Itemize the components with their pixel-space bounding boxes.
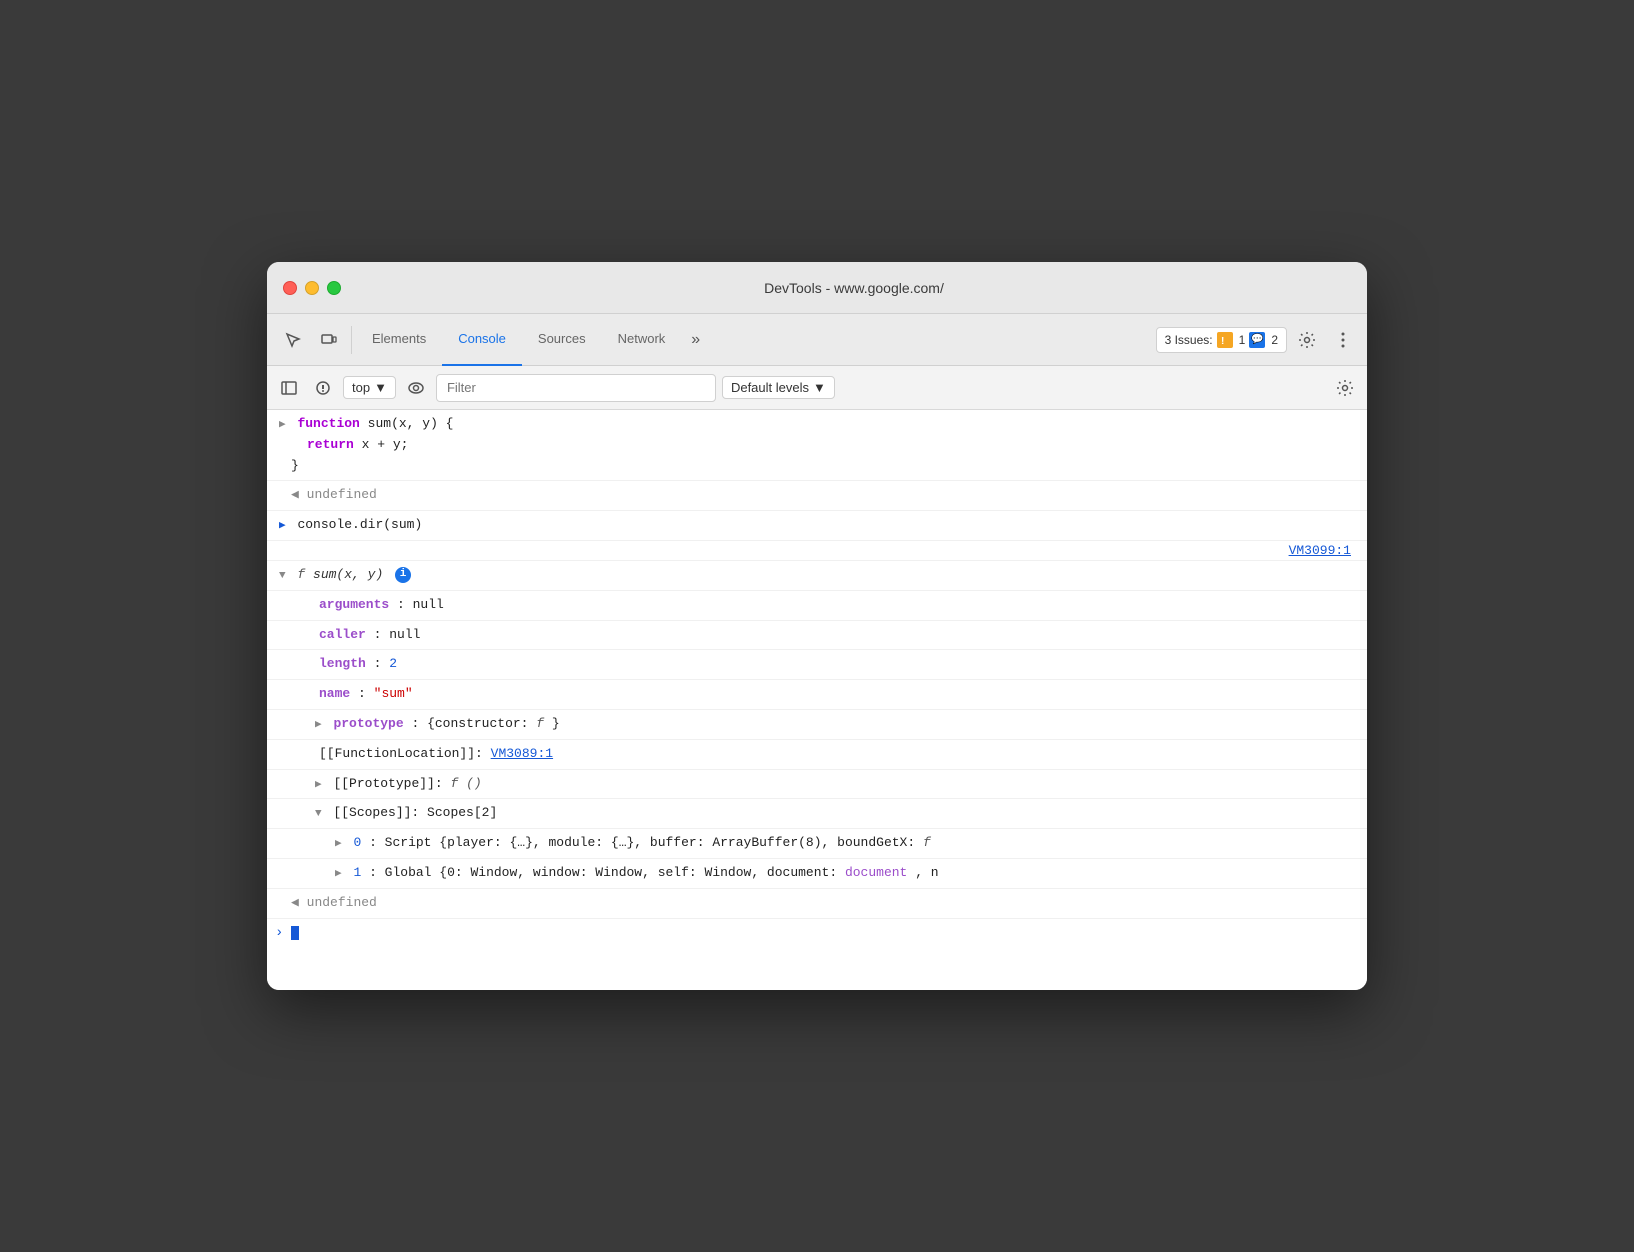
scope-1: ▶ 1 : Global {0: Window, window: Window,… <box>267 859 1367 889</box>
maximize-button[interactable] <box>327 281 341 295</box>
device-toolbar-button[interactable] <box>311 322 347 358</box>
vm-ref-line: VM3099:1 <box>267 541 1367 561</box>
console-toolbar: top ▼ Default levels ▼ <box>267 366 1367 410</box>
prop-prototype: ▶ prototype : {constructor: f } <box>267 710 1367 740</box>
warn-count: 1 <box>1239 333 1246 347</box>
levels-label: Default levels <box>731 380 809 395</box>
console-entry-function: ▶ function sum(x, y) { return x + y; } <box>267 410 1367 481</box>
console-result-2: ◀ undefined <box>267 889 1367 919</box>
context-label: top <box>352 380 370 395</box>
undefined-2: undefined <box>307 895 377 910</box>
console-result-1: ◀ undefined <box>267 481 1367 511</box>
log-levels-selector[interactable]: Default levels ▼ <box>722 376 835 399</box>
collapse-arrow[interactable]: ▼ <box>279 570 286 582</box>
left-arrow-1: ◀ <box>291 487 307 502</box>
expand-arrow-dir[interactable]: ▶ <box>279 520 286 532</box>
context-arrow: ▼ <box>374 380 387 395</box>
title-bar: DevTools - www.google.com/ <box>267 262 1367 314</box>
prototype-arrow[interactable]: ▶ <box>315 719 322 731</box>
tab-elements[interactable]: Elements <box>356 314 442 366</box>
prop-proto: ▶ [[Prototype]]: f () <box>267 770 1367 800</box>
prop-length: length : 2 <box>267 650 1367 680</box>
tab-network[interactable]: Network <box>602 314 682 366</box>
tab-sources[interactable]: Sources <box>522 314 602 366</box>
scope1-arrow[interactable]: ▶ <box>335 868 342 880</box>
info-count: 2 <box>1271 333 1278 347</box>
undefined-1: undefined <box>307 487 377 502</box>
prop-caller: caller : null <box>267 621 1367 651</box>
proto-arrow[interactable]: ▶ <box>315 779 322 791</box>
console-settings-button[interactable] <box>1331 374 1359 402</box>
issues-badge[interactable]: 3 Issues: ! 1 💬 2 <box>1156 327 1287 353</box>
svg-text:!: ! <box>1221 336 1224 346</box>
traffic-lights <box>283 281 341 295</box>
more-options-button[interactable] <box>1327 324 1359 356</box>
tab-console[interactable]: Console <box>442 314 522 366</box>
tab-actions: 3 Issues: ! 1 💬 2 <box>1156 324 1359 356</box>
prop-name: name : "sum" <box>267 680 1367 710</box>
settings-button[interactable] <box>1291 324 1323 356</box>
issues-label: 3 Issues: <box>1165 333 1213 347</box>
left-arrow-2: ◀ <box>291 895 307 910</box>
inspect-element-button[interactable] <box>275 322 311 358</box>
info-icon[interactable]: i <box>395 567 411 583</box>
scopes-arrow[interactable]: ▼ <box>315 808 322 820</box>
more-tabs-button[interactable]: » <box>681 323 710 357</box>
expand-arrow[interactable]: ▶ <box>279 419 286 431</box>
minimize-button[interactable] <box>305 281 319 295</box>
prompt-cursor <box>291 926 299 940</box>
console-prompt[interactable]: › <box>267 919 1367 947</box>
window-title: DevTools - www.google.com/ <box>357 280 1351 296</box>
levels-arrow: ▼ <box>813 380 826 395</box>
scope-0: ▶ 0 : Script {player: {…}, module: {…}, … <box>267 829 1367 859</box>
tabs-bar: Elements Console Sources Network » 3 Iss… <box>267 314 1367 366</box>
vm-link[interactable]: VM3099:1 <box>1289 543 1351 558</box>
console-entry-dir: ▶ console.dir(sum) <box>267 511 1367 541</box>
warn-icon: ! <box>1217 332 1233 348</box>
tab-separator <box>351 326 352 354</box>
context-selector[interactable]: top ▼ <box>343 376 396 399</box>
eye-button[interactable] <box>402 374 430 402</box>
prop-scopes: ▼ [[Scopes]]: Scopes[2] <box>267 799 1367 829</box>
scope0-arrow[interactable]: ▶ <box>335 838 342 850</box>
filter-input[interactable] <box>436 374 716 402</box>
sidebar-toggle-button[interactable] <box>275 374 303 402</box>
devtools-window: DevTools - www.google.com/ Elements Cons… <box>267 262 1367 990</box>
vm3089-link[interactable]: VM3089:1 <box>491 746 553 761</box>
object-tree-header: ▼ f sum(x, y) i <box>267 561 1367 591</box>
console-output: ▶ function sum(x, y) { return x + y; } ◀… <box>267 410 1367 990</box>
prop-arguments: arguments : null <box>267 591 1367 621</box>
close-button[interactable] <box>283 281 297 295</box>
clear-console-button[interactable] <box>309 374 337 402</box>
prompt-chevron: › <box>275 925 283 941</box>
chat-icon: 💬 <box>1249 332 1265 348</box>
prop-function-location: [[FunctionLocation]]: VM3089:1 <box>267 740 1367 770</box>
